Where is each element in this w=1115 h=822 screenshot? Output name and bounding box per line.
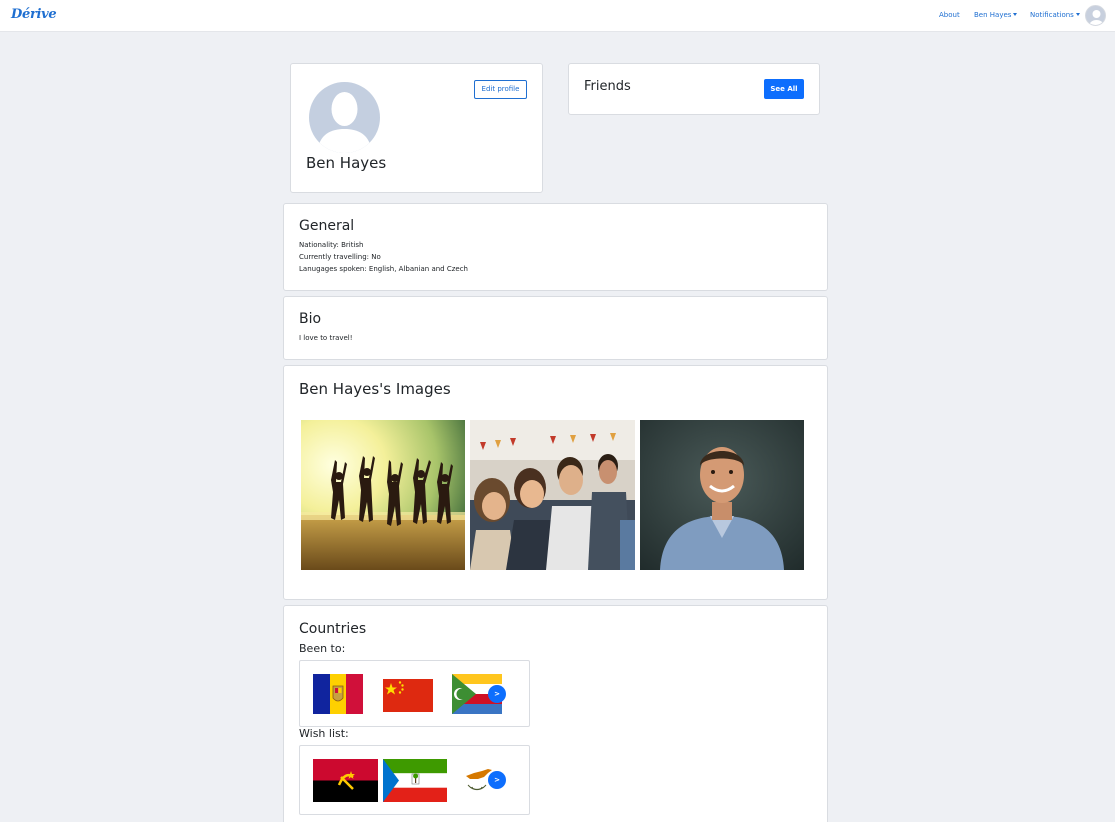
nav-about-link[interactable]: About xyxy=(939,11,960,19)
profile-avatar-icon xyxy=(309,82,380,153)
profile-name: Ben Hayes xyxy=(306,154,387,172)
been-to-next-button[interactable]: > xyxy=(488,685,506,703)
nav-notifications-label: Notifications xyxy=(1030,11,1074,19)
caret-down-icon xyxy=(1075,13,1080,16)
countries-title: Countries xyxy=(299,621,367,637)
flag-china[interactable] xyxy=(383,679,433,712)
general-card: General Nationality: British Currently t… xyxy=(283,203,828,291)
navbar: Dérive About Ben Hayes Notifications xyxy=(0,0,1115,32)
countries-card: Countries Been to: > Wish list: > xyxy=(283,605,828,822)
nav-user-label: Ben Hayes xyxy=(974,11,1012,19)
user-avatar-icon[interactable] xyxy=(1085,5,1106,26)
friends-card: Friends See All xyxy=(568,63,820,115)
been-to-label: Been to: xyxy=(299,642,346,655)
beach-jump-photo[interactable] xyxy=(301,420,465,570)
bio-title: Bio xyxy=(299,311,322,327)
nationality-text: Nationality: British xyxy=(299,241,364,249)
been-to-carousel: > xyxy=(299,660,530,727)
friends-title: Friends xyxy=(584,79,631,94)
general-title: General xyxy=(299,218,355,234)
nav-notifications-dropdown[interactable]: Notifications xyxy=(1030,11,1080,19)
bio-text: I love to travel! xyxy=(299,334,353,342)
travelling-text: Currently travelling: No xyxy=(299,253,381,261)
wish-list-label: Wish list: xyxy=(299,727,349,740)
smiling-man-photo[interactable] xyxy=(640,420,804,570)
caret-down-icon xyxy=(1013,13,1018,16)
flag-equatorial-guinea[interactable] xyxy=(383,759,447,802)
images-title: Ben Hayes's Images xyxy=(299,380,451,398)
flag-angola[interactable] xyxy=(313,759,378,802)
bio-card: Bio I love to travel! xyxy=(283,296,828,360)
nav-user-dropdown[interactable]: Ben Hayes xyxy=(974,11,1018,19)
edit-profile-button[interactable]: Edit profile xyxy=(474,80,527,99)
images-card: Ben Hayes's Images xyxy=(283,365,828,600)
wish-list-next-button[interactable]: > xyxy=(488,771,506,789)
friends-party-photo[interactable] xyxy=(470,420,635,570)
profile-card: Ben Hayes Edit profile xyxy=(290,63,543,193)
flag-andorra[interactable] xyxy=(313,674,363,714)
wish-list-carousel: > xyxy=(299,745,530,815)
brand-logo[interactable]: Dérive xyxy=(11,7,57,22)
see-all-friends-button[interactable]: See All xyxy=(764,79,804,99)
languages-text: Lanugages spoken: English, Albanian and … xyxy=(299,265,468,273)
